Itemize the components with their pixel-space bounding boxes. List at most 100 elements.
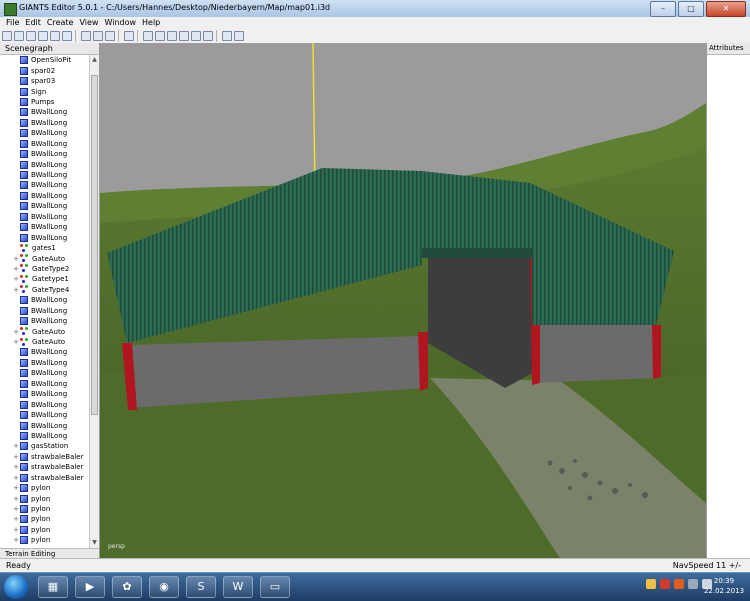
scenegraph-item[interactable]: BWallLong — [0, 149, 88, 159]
scenegraph-item[interactable]: BWallLong — [0, 128, 88, 138]
3d-viewport[interactable]: persp — [100, 43, 706, 558]
import-icon[interactable] — [26, 30, 36, 41]
scenegraph-item[interactable]: BWallLong — [0, 389, 88, 399]
menu-view[interactable]: View — [79, 18, 98, 27]
grass-paint-icon[interactable] — [191, 30, 201, 41]
scenegraph-item[interactable]: + GateAuto — [0, 337, 88, 347]
expand-icon[interactable]: + — [12, 442, 20, 450]
tray-icon[interactable] — [688, 579, 698, 589]
expand-icon[interactable]: + — [12, 453, 20, 461]
gizmo-move-icon[interactable] — [222, 30, 232, 41]
menu-edit[interactable]: Edit — [25, 18, 41, 27]
expand-icon[interactable]: + — [12, 255, 20, 263]
scenegraph-item[interactable]: BWallLong — [0, 201, 88, 211]
scenegraph-item[interactable]: BWallLong — [0, 379, 88, 389]
scenegraph-item[interactable]: BWallLong — [0, 180, 88, 190]
scenegraph-item[interactable]: BWallLong — [0, 212, 88, 222]
scenegraph-item[interactable]: BWallLong — [0, 368, 88, 378]
expand-icon[interactable]: + — [12, 484, 20, 492]
scenegraph-item[interactable]: Sign — [0, 86, 88, 96]
foliage-paint-icon[interactable] — [179, 30, 189, 41]
export-icon[interactable] — [38, 30, 48, 41]
expand-icon[interactable]: + — [12, 536, 20, 544]
expand-icon[interactable]: + — [12, 328, 20, 336]
media-player-taskbar-icon[interactable]: ▶ — [75, 576, 105, 598]
scenegraph-item[interactable]: BWallLong — [0, 316, 88, 326]
expand-icon[interactable]: + — [12, 474, 20, 482]
scenegraph-item[interactable]: BWallLong — [0, 399, 88, 409]
scenegraph-item[interactable]: + GateAuto — [0, 253, 88, 263]
scenegraph-item[interactable]: + pylon — [0, 535, 88, 545]
firefox-taskbar-icon[interactable]: ◉ — [149, 576, 179, 598]
tray-icon[interactable] — [646, 579, 656, 589]
scroll-up-icon[interactable]: ▲ — [90, 55, 99, 65]
word-taskbar-icon[interactable]: W — [223, 576, 253, 598]
giants-editor-taskbar-icon[interactable]: ✿ — [112, 576, 142, 598]
scenegraph-item[interactable]: BWallLong — [0, 118, 88, 128]
scenegraph-item[interactable]: + pylon — [0, 504, 88, 514]
scenegraph-item[interactable]: BWallLong — [0, 222, 88, 232]
terrain-sculpt-icon[interactable] — [155, 30, 165, 41]
scenegraph-item[interactable]: + strawbaleBaler — [0, 462, 88, 472]
scenegraph-item[interactable]: + GateAuto — [0, 326, 88, 336]
scenegraph-item[interactable]: BWallLong — [0, 170, 88, 180]
refresh-icon[interactable] — [81, 30, 91, 41]
scenegraph-item[interactable]: BWallLong — [0, 420, 88, 430]
expand-icon[interactable]: + — [12, 338, 20, 346]
new-file-icon[interactable] — [2, 30, 12, 41]
start-button[interactable] — [4, 575, 28, 599]
scroll-thumb[interactable] — [91, 75, 98, 415]
scenegraph-item[interactable]: + pylon — [0, 483, 88, 493]
scenegraph-item[interactable]: + pylon — [0, 525, 88, 535]
close-button[interactable]: ✕ — [706, 1, 746, 17]
scenegraph-item[interactable]: + pylon — [0, 514, 88, 524]
tray-icon[interactable] — [674, 579, 684, 589]
play-icon[interactable] — [124, 30, 134, 41]
tray-icon[interactable] — [660, 579, 670, 589]
scenegraph-item[interactable]: BWallLong — [0, 306, 88, 316]
maximize-button[interactable]: □ — [678, 1, 704, 17]
scenegraph-item[interactable]: BWallLong — [0, 295, 88, 305]
scenegraph-item[interactable]: + pylon — [0, 493, 88, 503]
tree-paint-icon[interactable] — [203, 30, 213, 41]
scenegraph-item[interactable]: BWallLong — [0, 191, 88, 201]
scenegraph-item[interactable]: gates1 — [0, 243, 88, 253]
scenegraph-item[interactable]: + Gatetype1 — [0, 274, 88, 284]
scenegraph-scrollbar[interactable]: ▲ ▼ — [89, 55, 99, 548]
scroll-down-icon[interactable]: ▼ — [90, 538, 99, 548]
scenegraph-item[interactable]: + gasStation — [0, 441, 88, 451]
save-icon[interactable] — [50, 30, 60, 41]
expand-icon[interactable]: + — [12, 526, 20, 534]
save-as-icon[interactable] — [62, 30, 72, 41]
scenegraph-item[interactable]: BWallLong — [0, 159, 88, 169]
explorer-taskbar-icon[interactable]: ▦ — [38, 576, 68, 598]
expand-icon[interactable]: + — [12, 275, 20, 283]
menu-help[interactable]: Help — [142, 18, 160, 27]
scenegraph-item[interactable]: spar02 — [0, 65, 88, 75]
scenegraph-item[interactable]: + GateType4 — [0, 285, 88, 295]
terrain-paint-icon[interactable] — [167, 30, 177, 41]
scenegraph-item[interactable]: BWallLong — [0, 358, 88, 368]
scenegraph-item[interactable]: BWallLong — [0, 107, 88, 117]
minimize-button[interactable]: – — [650, 1, 676, 17]
scenegraph-item[interactable]: BWallLong — [0, 232, 88, 242]
folder-taskbar-icon[interactable]: ▭ — [260, 576, 290, 598]
clock[interactable]: 20:39 22.02.2013 — [702, 576, 746, 596]
gizmo-rotate-icon[interactable] — [234, 30, 244, 41]
scenegraph-item[interactable]: + GateType2 — [0, 264, 88, 274]
menu-file[interactable]: File — [6, 18, 19, 27]
open-file-icon[interactable] — [14, 30, 24, 41]
scenegraph-item[interactable]: Pumps — [0, 97, 88, 107]
scenegraph-item[interactable]: BWallLong — [0, 139, 88, 149]
scenegraph-item[interactable]: BWallLong — [0, 347, 88, 357]
scenegraph-item[interactable]: OpenSiloPit — [0, 55, 88, 65]
scenegraph-item[interactable]: spar03 — [0, 76, 88, 86]
scenegraph-item[interactable]: BWallLong — [0, 431, 88, 441]
select-mode-icon[interactable] — [143, 30, 153, 41]
menu-window[interactable]: Window — [104, 18, 136, 27]
expand-icon[interactable]: + — [12, 265, 20, 273]
scenegraph-item[interactable]: + strawbaleBaler — [0, 473, 88, 483]
undo-icon[interactable] — [93, 30, 103, 41]
expand-icon[interactable]: + — [12, 463, 20, 471]
expand-icon[interactable]: + — [12, 495, 20, 503]
